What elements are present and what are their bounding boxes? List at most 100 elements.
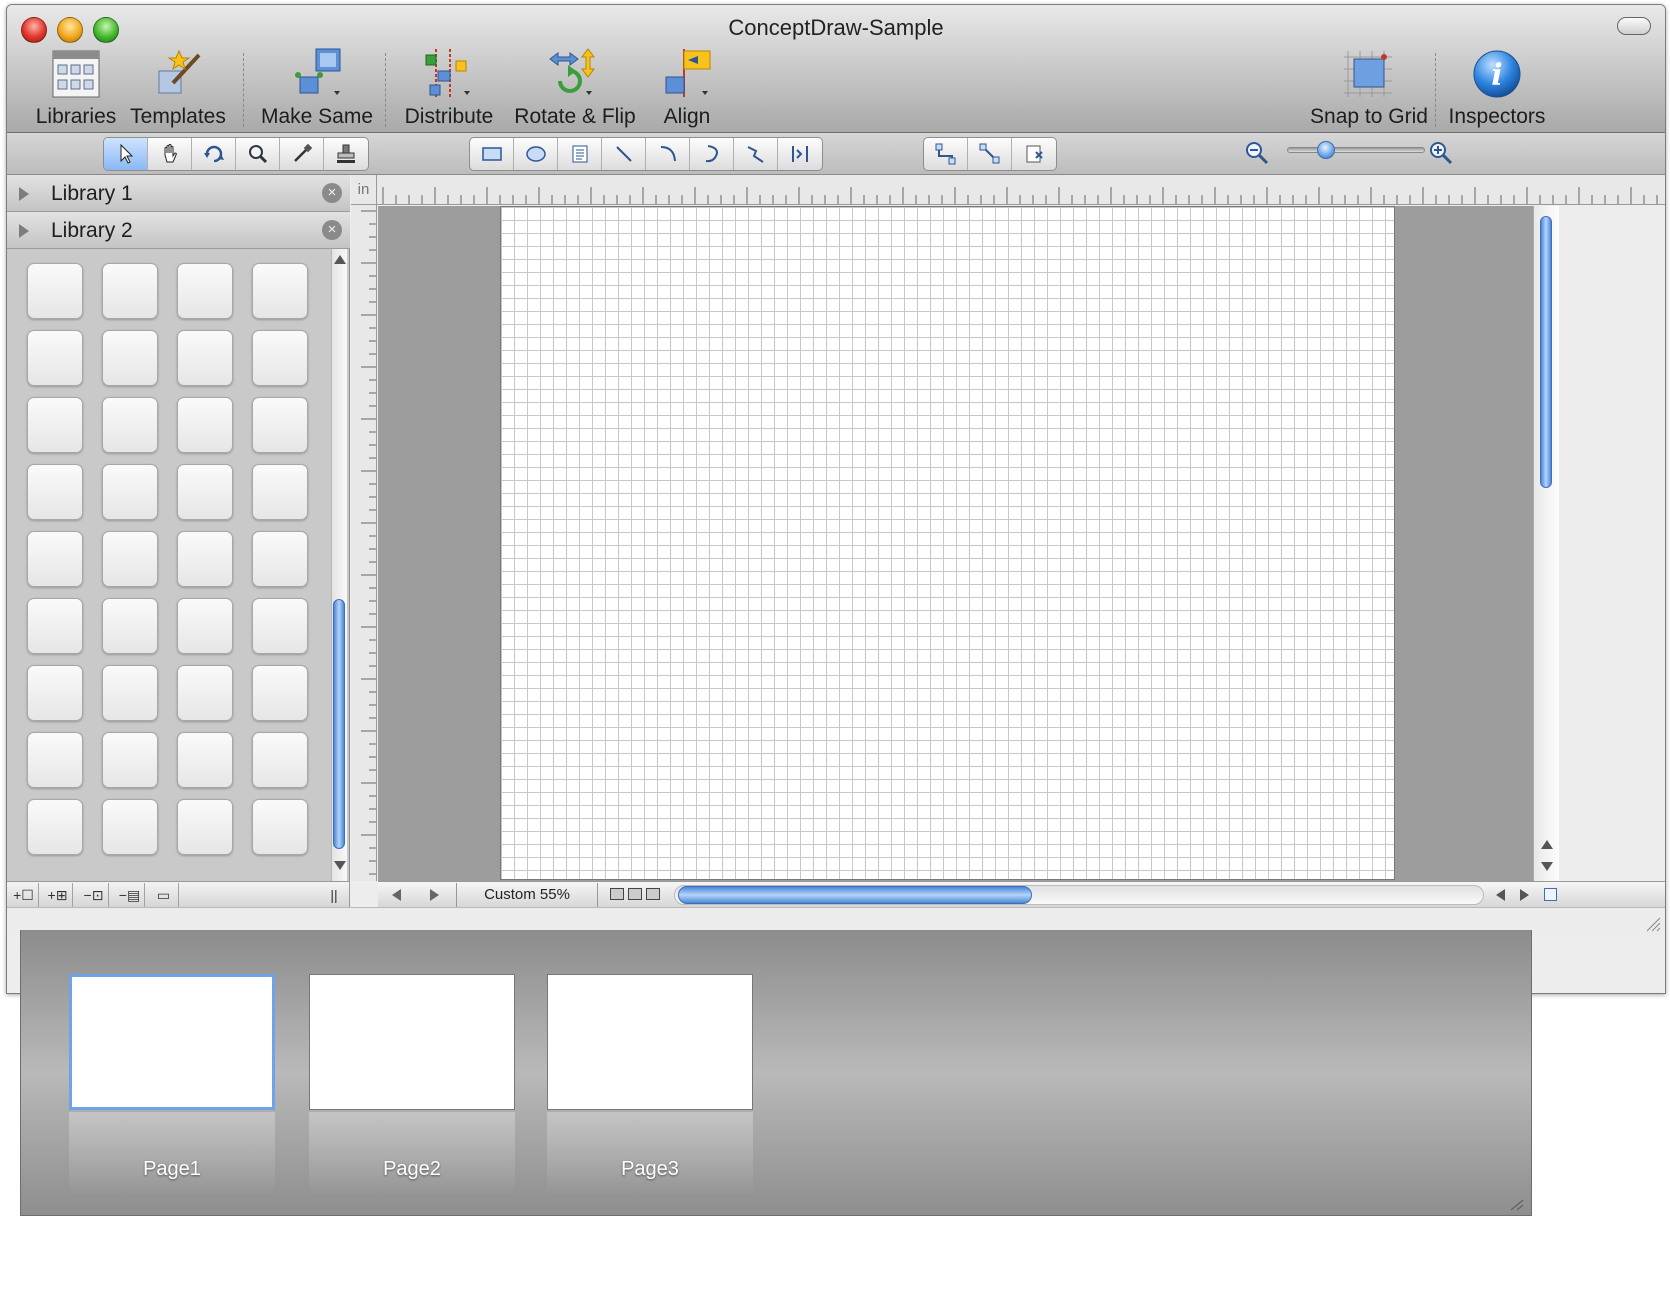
polyline-tool[interactable] [734,138,778,170]
direct-connector-tool[interactable] [968,138,1012,170]
line-tool[interactable] [602,138,646,170]
library-shape-slot[interactable] [27,397,83,453]
library-shape-slot[interactable] [27,799,83,855]
page-thumbnail[interactable] [547,974,753,1110]
arc-tool[interactable] [646,138,690,170]
library-shape-slot[interactable] [252,598,308,654]
library-shape-slot[interactable] [252,732,308,788]
page-thumbnail[interactable] [69,974,275,1110]
library-shape-slot[interactable] [27,531,83,587]
zoom-out-icon[interactable] [1243,139,1271,167]
library-menu-icon[interactable]: ▭ [149,883,179,907]
zoom-level-dropdown[interactable]: Custom 55% [456,883,598,907]
library-header[interactable]: Library 2 × [7,212,350,249]
page-layout-icon[interactable] [610,888,666,902]
add-library-icon[interactable]: +☐ [9,883,39,907]
rotate-tool[interactable] [192,138,236,170]
distribute-button[interactable]: Distribute [391,47,507,129]
library-scrollbar[interactable] [331,249,347,881]
inspectors-button[interactable]: i Inspectors [1441,47,1553,129]
close-library-icon[interactable]: × [322,183,342,203]
library-shape-slot[interactable] [27,598,83,654]
library-shape-slot[interactable] [102,330,158,386]
library-shape-slot[interactable] [102,732,158,788]
scroll-up-icon[interactable] [1541,840,1553,849]
library-header[interactable]: Library 1 × [7,175,350,212]
library-shape-slot[interactable] [177,397,233,453]
close-library-icon[interactable]: × [322,220,342,240]
templates-button[interactable]: Templates [123,47,233,129]
library-shape-slot[interactable] [177,732,233,788]
pointer-tool[interactable] [104,138,148,170]
library-shape-slot[interactable] [102,464,158,520]
scroll-up-icon[interactable] [334,255,346,264]
connection-point-tool[interactable] [1012,138,1056,170]
remove-shape-icon[interactable]: −⊡ [79,883,109,907]
libraries-button[interactable]: Libraries [21,47,131,129]
disclosure-triangle-icon[interactable] [19,224,29,238]
library-shape-slot[interactable] [252,531,308,587]
hand-tool[interactable] [148,138,192,170]
library-shape-slot[interactable] [27,665,83,721]
library-shape-slot[interactable] [252,397,308,453]
library-shape-slot[interactable] [252,464,308,520]
canvas-horizontal-scroll-thumb[interactable] [678,886,1032,904]
rectangle-tool[interactable] [470,138,514,170]
library-shape-slot[interactable] [27,330,83,386]
library-shape-slot[interactable] [252,799,308,855]
library-shape-slot[interactable] [102,397,158,453]
ellipse-tool[interactable] [514,138,558,170]
drawing-page[interactable] [500,206,1395,880]
scroll-down-icon[interactable] [1541,862,1553,871]
canvas-vertical-scroll-thumb[interactable] [1540,216,1552,488]
library-shape-slot[interactable] [177,531,233,587]
page-thumbnail[interactable] [309,974,515,1110]
library-shape-slot[interactable] [102,263,158,319]
library-shape-slot[interactable] [102,799,158,855]
disclosure-triangle-icon[interactable] [19,187,29,201]
bezier-tool[interactable] [778,138,822,170]
zoom-tool[interactable] [236,138,280,170]
panel-resize-handle[interactable]: || [319,883,349,907]
scroll-right-icon[interactable] [1520,889,1529,901]
ruler-unit[interactable]: in [351,175,377,205]
window-resize-grip-icon[interactable] [1643,914,1661,932]
stamp-tool[interactable] [324,138,368,170]
library-shape-slot[interactable] [177,799,233,855]
library-shape-slot[interactable] [252,263,308,319]
library-shape-slot[interactable] [102,531,158,587]
align-button[interactable]: Align [647,47,727,129]
library-shape-slot[interactable] [27,732,83,788]
library-shape-slot[interactable] [177,330,233,386]
drawer-resize-grip-icon[interactable] [1507,1197,1525,1211]
library-scroll-thumb[interactable] [333,599,345,849]
zoom-slider-track[interactable] [1287,147,1425,153]
library-shape-slot[interactable] [252,330,308,386]
snap-to-grid-button[interactable]: Snap to Grid [1307,47,1431,129]
drawing-canvas[interactable] [378,206,1533,881]
orthogonal-connector-tool[interactable] [924,138,968,170]
zoom-slider-knob[interactable] [1317,141,1335,159]
fit-page-icon[interactable] [1544,888,1557,901]
add-shape-icon[interactable]: +⊞ [43,883,73,907]
make-same-button[interactable]: Make Same [255,47,379,129]
remove-library-icon[interactable]: −▤ [115,883,145,907]
toolbar-toggle-button[interactable] [1617,17,1651,35]
next-page-icon[interactable] [430,889,439,901]
library-shape-slot[interactable] [27,263,83,319]
canvas-vertical-scrollbar[interactable] [1533,206,1559,881]
curve-tool[interactable] [690,138,734,170]
library-shape-slot[interactable] [177,665,233,721]
scroll-left-icon[interactable] [1496,889,1505,901]
scroll-down-icon[interactable] [334,861,346,870]
library-shape-slot[interactable] [177,263,233,319]
text-tool[interactable] [558,138,602,170]
eyedropper-tool[interactable] [280,138,324,170]
library-shape-slot[interactable] [177,598,233,654]
library-shape-slot[interactable] [102,665,158,721]
previous-page-icon[interactable] [392,889,401,901]
library-shape-slot[interactable] [27,464,83,520]
rotate-flip-button[interactable]: Rotate & Flip [507,47,643,129]
library-shape-slot[interactable] [102,598,158,654]
zoom-in-icon[interactable] [1427,139,1455,167]
